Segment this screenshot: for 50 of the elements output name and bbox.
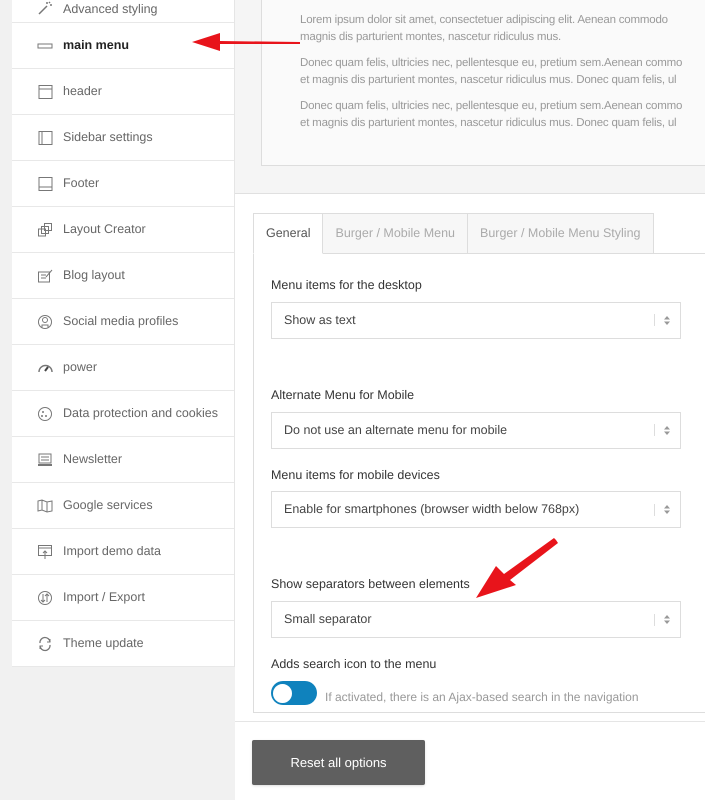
preview-text: Lorem ipsum dolor sit amet, consectetuer adipiscing elit. Aenean commodo	[300, 13, 669, 28]
select-field[interactable]: Show as text	[271, 302, 681, 339]
reset-button[interactable]: Reset all options	[252, 740, 425, 785]
sort-arrows-icon	[664, 316, 670, 325]
sidebar-item[interactable]: Social media profiles	[12, 299, 234, 345]
preview-text: et magnis dis parturient montes, nascetur ridiculus mus. Donec quam felis, ul	[300, 73, 678, 88]
layout-header-icon	[37, 84, 53, 100]
person-icon	[37, 314, 53, 330]
select-field[interactable]: Small separator	[271, 601, 681, 638]
tab[interactable]: General	[253, 213, 324, 254]
preview-text: et magnis dis parturient montes, nascetur ridiculus mus. Donec quam felis, ul	[300, 116, 678, 131]
sidebar-item[interactable]: Footer	[12, 161, 234, 207]
layout-footer-icon	[37, 176, 53, 192]
sidebar-item[interactable]: Import demo data	[12, 529, 234, 575]
sidebar-item[interactable]: Google services	[12, 483, 234, 529]
sort-arrows-icon	[664, 505, 670, 514]
wand-icon	[37, 0, 53, 16]
sort-arrows-icon	[664, 426, 670, 434]
setting-label: Alternate Menu for Mobile	[271, 386, 416, 404]
sidebar-item[interactable]: Blog layout	[12, 253, 234, 299]
setting-label: Menu items for the desktop	[271, 277, 423, 294]
sidebar-item[interactable]: Data protection and cookies	[12, 391, 234, 437]
sort-arrows-icon	[664, 615, 670, 624]
map-icon	[37, 498, 53, 514]
cookie-icon	[37, 406, 53, 422]
sidebar-item[interactable]: Newsletter	[12, 437, 234, 483]
sidebar-item[interactable]: Theme update	[12, 621, 234, 667]
toggle-switch[interactable]	[271, 681, 317, 706]
hint-text: If activated, there is an Ajax-based search in the navigation	[325, 688, 639, 706]
sidebar-item[interactable]: Layout Creator	[12, 207, 234, 253]
sidebar-item[interactable]: Advanced styling	[12, 0, 234, 23]
setting-label: Adds search icon to the menu	[271, 656, 438, 673]
import-export-icon	[37, 590, 53, 606]
select-field[interactable]: Do not use an alternate menu for mobile	[271, 412, 681, 448]
select-field[interactable]: Enable for smartphones (browser width below 768px)	[271, 491, 681, 528]
import-icon	[37, 544, 53, 560]
refresh-icon	[37, 636, 53, 652]
sidebar-item[interactable]: Sidebar settings	[12, 115, 234, 161]
newsletter-icon	[37, 452, 53, 468]
sidebar-item[interactable]: Import / Export	[12, 575, 234, 621]
layers-icon	[37, 222, 53, 238]
sidebar-item[interactable]: header	[12, 69, 234, 115]
preview-text: Donec quam felis, ultricies nec, pellentesque eu, pretium sem.Aenean commo	[300, 56, 684, 71]
setting-label: Menu items for mobile devices	[271, 466, 441, 484]
sidebar-item[interactable]: power	[12, 345, 234, 391]
layout-sidebar-icon	[37, 130, 53, 146]
edit-icon	[37, 268, 53, 284]
preview-text: magnis dis parturient montes, nascetur ridiculus mus.	[300, 30, 562, 45]
preview-text: Donec quam felis, ultricies nec, pellentesque eu, pretium sem.Aenean commo	[300, 99, 684, 114]
setting-label: Show separators between elements	[271, 576, 471, 594]
